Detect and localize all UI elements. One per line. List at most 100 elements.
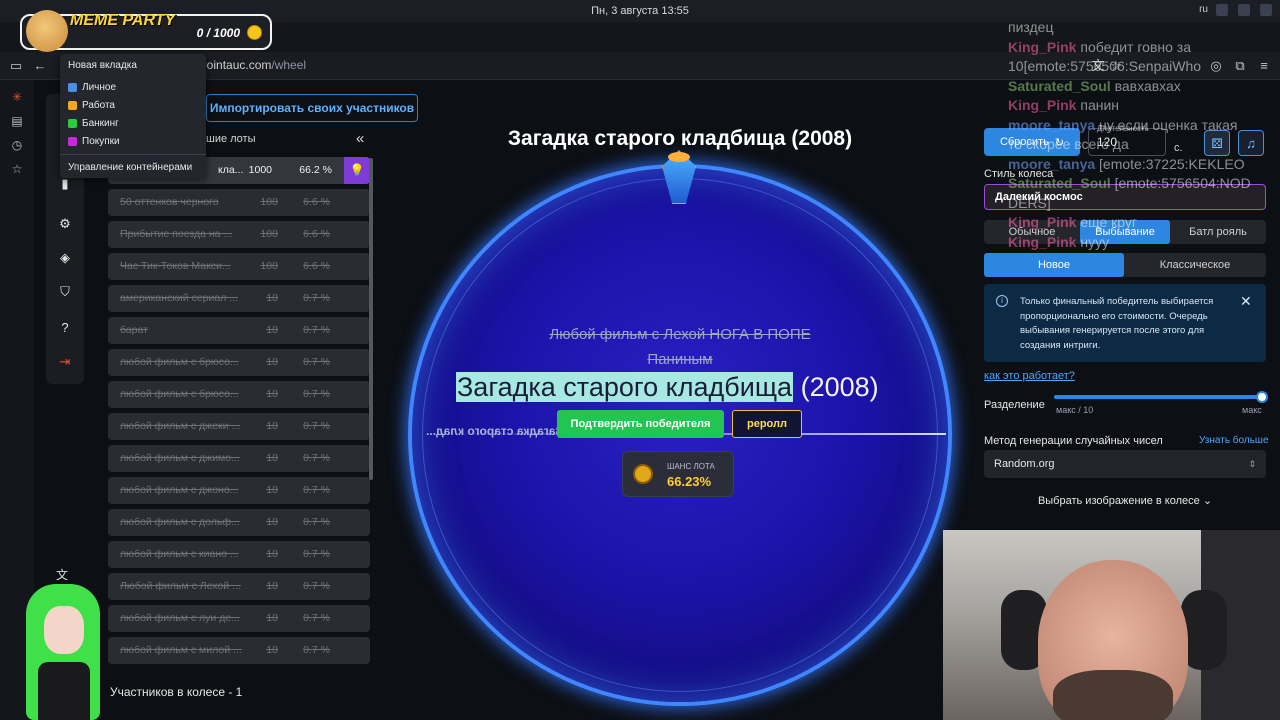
container-menu-header[interactable]: Новая вкладка xyxy=(68,60,137,71)
lot-name: Прибытие поезда на ... xyxy=(120,228,233,240)
bookmarks-star-icon[interactable]: ☆ xyxy=(10,162,24,176)
lightbulb-icon[interactable]: 💡 xyxy=(344,157,370,184)
container-label: Покупки xyxy=(82,135,120,147)
history-icon[interactable]: ◷ xyxy=(10,138,24,152)
split-min-label: макс / 10 xyxy=(1056,405,1094,415)
address-bar[interactable]: pointauc.com/wheel xyxy=(200,58,306,72)
settings-gear-icon[interactable]: ⚙ xyxy=(57,216,73,232)
keyboard-layout[interactable]: ru xyxy=(1199,4,1208,15)
chat-message: King_Pink панин xyxy=(1008,96,1280,116)
account-icon[interactable]: ◎ xyxy=(1208,58,1224,74)
lot-amount: 100 xyxy=(260,260,278,272)
learn-more-link[interactable]: Узнать больше xyxy=(1199,435,1269,446)
lot-row[interactable]: любой фильм с джимо... 10 0.7 % xyxy=(108,445,370,472)
lot-name: любой фильм с брюсо... xyxy=(120,388,239,400)
extension-icon[interactable]: ✳ xyxy=(10,90,24,104)
container-item[interactable]: Покупки xyxy=(68,134,120,148)
lot-amount: 10 xyxy=(266,484,278,496)
bookmark-star-icon[interactable]: ☆ xyxy=(1108,58,1124,74)
participants-count: Участников в колесе - 1 xyxy=(110,685,243,699)
container-color-icon xyxy=(68,82,77,92)
container-item[interactable]: Работа xyxy=(68,98,115,112)
lot-row[interactable]: Любой фильм с Лехой ... 10 0.7 % xyxy=(108,573,370,600)
lot-row[interactable]: любой фильм с киано ... 10 0.7 % xyxy=(108,541,370,568)
stats-icon[interactable]: ▮ xyxy=(57,176,73,192)
wheel-image-dropdown[interactable]: Выбрать изображение в колесе ⌄ xyxy=(984,494,1266,507)
translate-icon[interactable]: 文 xyxy=(1090,58,1106,74)
import-participants-button[interactable]: Импортировать своих участников xyxy=(206,94,418,122)
lot-row[interactable]: Прибытие поезда на ... 100 6.6 % xyxy=(108,221,370,248)
lot-percent: 0.7 % xyxy=(303,580,330,592)
layers-icon[interactable]: ◈ xyxy=(57,250,73,266)
lot-percent: 6.6 % xyxy=(303,196,330,208)
lot-name: американский сериал ... xyxy=(120,292,238,304)
lot-row[interactable]: барат 10 0.7 % xyxy=(108,317,370,344)
info-text: Только финальный победитель выбирается п… xyxy=(1020,296,1214,351)
lot-row[interactable]: Час Тик-Токов Макси... 100 6.6 % xyxy=(108,253,370,280)
lot-row[interactable]: любой фильм с луи де... 10 0.7 % xyxy=(108,605,370,632)
lot-amount: 10 xyxy=(266,356,278,368)
confirm-winner-button[interactable]: Подтвердить победителя xyxy=(557,410,724,438)
lot-row[interactable]: любой фильм с брюсо... 10 0.7 % xyxy=(108,381,370,408)
lot-row[interactable]: любой фильм с дольф... 10 0.7 % xyxy=(108,509,370,536)
lot-row[interactable]: любой фильм с брюсо... 10 0.7 % xyxy=(108,349,370,376)
wheel-title: Загадка старого кладбища (2008) xyxy=(507,127,853,150)
lot-amount: 100 xyxy=(260,228,278,240)
lot-name: любой фильм с киано ... xyxy=(120,548,239,560)
split-slider-thumb[interactable] xyxy=(1256,391,1268,403)
collapse-panel-icon[interactable]: « xyxy=(356,130,364,147)
lot-name: любой фильм с джеки ... xyxy=(120,420,241,432)
lot-amount: 10 xyxy=(266,420,278,432)
lot-row[interactable]: любой фильм с джеки ... 10 0.7 % xyxy=(108,413,370,440)
reset-button[interactable]: Сбросить ↻ xyxy=(984,128,1080,156)
lot-percent: 0.7 % xyxy=(303,484,330,496)
container-item[interactable]: Личное xyxy=(68,80,116,94)
container-menu: Новая вкладка Управление контейнерами Ли… xyxy=(60,54,206,178)
reroll-button[interactable]: реролл xyxy=(732,410,802,438)
lot-percent: 0.7 % xyxy=(303,644,330,656)
lot-amount: 100 xyxy=(260,196,278,208)
lot-percent: 0.7 % xyxy=(303,324,330,336)
menu-icon[interactable]: ≡ xyxy=(1256,58,1272,74)
help-icon[interactable]: ? xyxy=(57,320,73,336)
sidebar-toggle-icon[interactable]: ▭ xyxy=(8,58,24,74)
music-note-icon[interactable]: ♫ xyxy=(1238,130,1264,156)
url-path: /wheel xyxy=(271,58,307,72)
wheel-style-select[interactable]: Далекий космос xyxy=(984,184,1266,210)
segment-option[interactable]: Обычное xyxy=(984,220,1080,244)
meme-party-widget: MEME PARTY 0 / 1000 xyxy=(20,10,272,52)
extensions-icon[interactable]: ⧉ xyxy=(1232,58,1248,74)
tray-network-icon[interactable] xyxy=(1216,4,1228,16)
container-label: Банкинг xyxy=(82,117,119,129)
segment-option[interactable]: Новое xyxy=(984,253,1124,277)
close-icon[interactable]: ✕ xyxy=(1240,293,1252,310)
tray-volume-icon[interactable] xyxy=(1238,4,1250,16)
synced-tabs-icon[interactable]: ▤ xyxy=(10,114,24,128)
segment-option[interactable]: Классическое xyxy=(1124,253,1266,277)
lots-scrollbar[interactable] xyxy=(369,158,373,480)
segment-option[interactable]: Батл рояль xyxy=(1170,220,1266,244)
rng-method-select[interactable]: Random.org ⇕ xyxy=(984,450,1266,478)
doge-avatar xyxy=(26,10,68,52)
target-coin-icon xyxy=(633,464,653,484)
logout-icon[interactable]: ⇥ xyxy=(57,354,73,370)
lot-row[interactable]: любой фильм с милой ... 10 0.7 % xyxy=(108,637,370,664)
lot-row[interactable]: любой фильм с джоно... 10 0.7 % xyxy=(108,477,370,504)
lot-row[interactable]: американский сериал ... 10 0.7 % xyxy=(108,285,370,312)
lot-percent: 0.7 % xyxy=(303,420,330,432)
info-alert: i Только финальный победитель выбирается… xyxy=(984,284,1266,362)
tray-power-icon[interactable] xyxy=(1260,4,1272,16)
segment-option[interactable]: Выбывание xyxy=(1080,220,1170,244)
split-label: Разделение xyxy=(984,399,1045,411)
winner-text: Загадка старого кладбища (2008) xyxy=(456,372,916,403)
manage-containers-item[interactable]: Управление контейнерами xyxy=(68,162,192,173)
split-slider[interactable] xyxy=(1054,395,1262,399)
back-icon[interactable]: ← xyxy=(32,58,48,74)
language-icon[interactable]: 文 xyxy=(56,566,72,582)
lot-row[interactable]: 50 оттенков черного 100 6.6 % xyxy=(108,189,370,216)
container-item[interactable]: Банкинг xyxy=(68,116,119,130)
shield-icon[interactable]: ⛉ xyxy=(57,284,73,300)
how-it-works-link[interactable]: как это работает? xyxy=(984,370,1075,382)
lot-amount: 10 xyxy=(266,548,278,560)
dice-icon[interactable]: ⚄ xyxy=(1204,130,1230,156)
